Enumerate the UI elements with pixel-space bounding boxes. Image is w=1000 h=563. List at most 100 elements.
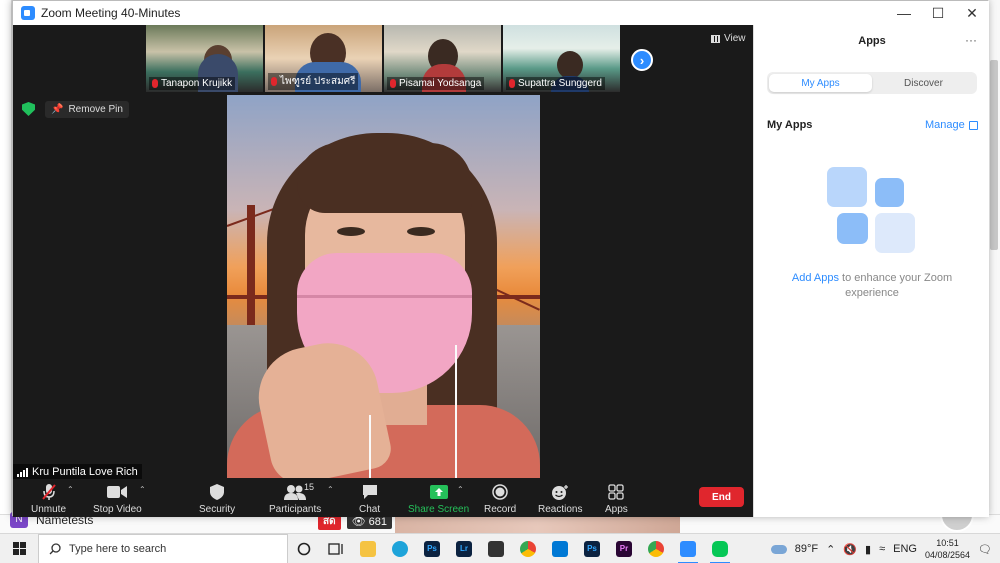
mail-icon[interactable] [544,534,576,563]
remove-pin-label: Remove Pin [68,104,123,115]
speaker-bangs [297,143,472,213]
apps-label: Apps [605,504,628,515]
apps-illustration-tile [875,178,904,207]
apps-tab-switcher: My Apps Discover [767,72,977,94]
stop-video-label: Stop Video [93,504,142,515]
pin-icon: 📌 [51,104,64,115]
apps-button[interactable]: Apps [605,479,628,515]
cortana-icon[interactable] [288,534,320,563]
weather-cloud-icon [770,544,787,554]
apps-illustration-tile [827,167,867,207]
participant-thumbnail[interactable]: Supattra Sunggerd [503,25,620,92]
participant-thumbnail[interactable]: ไพฑูรย์ ประสมศรี [265,25,382,92]
participants-caret-icon[interactable]: ⌃ [327,485,334,494]
photoshop-icon[interactable]: Ps [416,534,448,563]
system-tray: 89°F ⌃ 🔇 ▮ ≈ ENG 10:51 04/08/2564 🗨 [770,534,1000,563]
participant-name: Tanapon Krujikk [161,78,233,89]
apps-message-text: to enhance your Zoom experience [838,272,953,299]
reactions-button[interactable]: Reactions [538,479,582,515]
minimize-button[interactable]: — [887,1,921,25]
participant-name: ไพฑูรย์ ประสมศรี [280,76,356,87]
background-scrollbar[interactable] [990,60,998,250]
external-link-icon [968,120,978,130]
participants-count: 15 [304,482,315,492]
stop-video-button[interactable]: Stop Video [93,479,142,515]
input-language[interactable]: ENG [893,543,917,555]
file-explorer-icon[interactable] [352,534,384,563]
speaker-eye [407,227,435,236]
share-options-caret-icon[interactable]: ⌃ [457,485,464,494]
grid-view-icon [711,34,720,43]
earphone-cable [369,415,371,478]
apps-grid-icon [608,483,625,501]
signal-strength-icon [17,467,28,477]
face-mask-fold [297,295,472,298]
wifi-icon[interactable]: ≈ [879,543,885,555]
weather-temperature[interactable]: 89°F [795,543,818,555]
view-count-value: 681 [368,516,387,528]
window-title: Zoom Meeting 40-Minutes [41,6,181,20]
pinned-video[interactable] [227,95,540,478]
photoshop-icon-2[interactable]: Ps [576,534,608,563]
chrome-icon[interactable] [512,534,544,563]
share-screen-label: Share Screen [408,504,470,515]
taskbar-clock[interactable]: 10:51 04/08/2564 [925,537,970,561]
close-button[interactable]: ✕ [955,1,989,25]
line-app-icon[interactable] [704,534,736,563]
video-camera-icon [107,483,128,501]
apps-illustration-tile [875,213,915,253]
maximize-button[interactable]: ☐ [921,1,955,25]
add-apps-link[interactable]: Add Apps [792,272,839,284]
participant-name-tag: Tanapon Krujikk [149,77,236,90]
start-button[interactable] [0,534,38,563]
meeting-area: Tanapon Krujikk ไพฑูรย์ ประสมศรี Pisamai… [13,25,753,517]
muted-microphone-icon [41,483,57,501]
chat-button[interactable]: Chat [359,479,380,515]
active-speaker-name: Kru Puntila Love Rich [32,466,138,478]
taskbar-search-box[interactable]: Type here to search [38,533,288,563]
record-icon [492,483,508,501]
reactions-label: Reactions [538,504,583,515]
background-browser-left [0,0,12,533]
tab-discover[interactable]: Discover [872,74,975,92]
meeting-toolbar: Unmute ⌃ Stop Video ⌃ Security Participa… [13,479,753,517]
security-shield-icon [210,483,225,501]
view-button[interactable]: View [711,33,746,44]
battery-icon[interactable]: ▮ [865,543,871,556]
video-options-caret-icon[interactable]: ⌃ [139,485,146,494]
end-meeting-button[interactable]: End [699,487,744,507]
tab-my-apps[interactable]: My Apps [769,74,872,92]
participant-thumbnail[interactable]: Tanapon Krujikk [146,25,263,92]
remove-pin-button[interactable]: 📌 Remove Pin [45,101,129,118]
participant-thumbnail[interactable]: Pisamai Yodsanga [384,25,501,92]
zoom-taskbar-icon[interactable] [672,534,704,563]
next-page-arrow-icon[interactable]: › [631,49,653,71]
record-button[interactable]: Record [484,479,516,515]
muted-mic-icon [271,77,277,86]
muted-mic-icon [390,79,396,88]
more-options-icon[interactable]: ··· [965,33,977,47]
record-label: Record [484,504,517,515]
encryption-shield-icon[interactable] [22,102,35,116]
windows-logo-icon [12,542,26,555]
show-hidden-icons-chevron-icon[interactable]: ⌃ [826,543,835,556]
microsoft-store-icon[interactable] [480,534,512,563]
edge-browser-icon[interactable] [384,534,416,563]
chat-bubble-icon [362,483,378,501]
security-button[interactable]: Security [199,479,235,515]
chrome-profile-icon[interactable] [640,534,672,563]
task-view-icon[interactable] [320,534,352,563]
clock-date: 04/08/2564 [924,550,971,560]
audio-options-caret-icon[interactable]: ⌃ [67,485,74,494]
manage-label: Manage [925,119,965,131]
apps-panel: Apps ··· My Apps Discover My Apps Manage… [753,25,989,517]
notifications-icon[interactable]: 🗨 [978,543,992,556]
manage-link[interactable]: Manage [925,119,978,131]
speaker-eye [337,227,365,236]
title-bar[interactable]: Zoom Meeting 40-Minutes — ☐ ✕ [13,1,989,25]
lightroom-icon[interactable]: Lr [448,534,480,563]
unmute-button[interactable]: Unmute [31,479,66,515]
volume-muted-icon[interactable]: 🔇 [843,543,857,556]
search-icon [49,542,61,554]
premiere-icon[interactable]: Pr [608,534,640,563]
